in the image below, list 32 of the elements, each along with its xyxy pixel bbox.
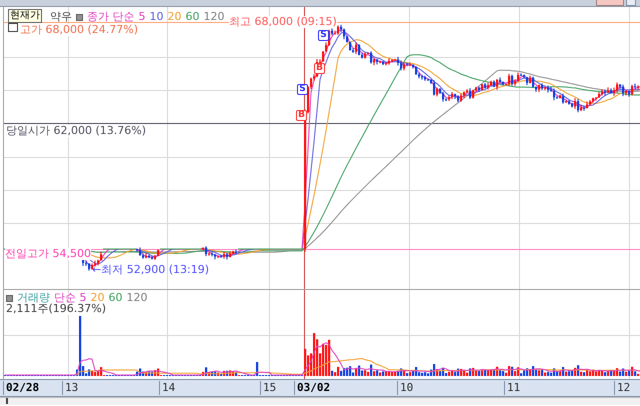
high-price-label: 고가 68,000 (24.77%) <box>20 24 138 36</box>
axis-label: 11 <box>504 381 520 395</box>
legend-label: 거래량 <box>17 292 50 304</box>
axis-label: 12 <box>614 381 630 395</box>
toolbar-button[interactable] <box>626 0 636 6</box>
legend-label: 5 <box>138 11 146 23</box>
open-price-label: 당일시가 62,000 (13.76%) <box>6 125 146 137</box>
legend-label: 60 <box>186 11 200 23</box>
legend-toggle-icon[interactable] <box>76 14 83 20</box>
legend-label: 120 <box>126 292 148 304</box>
axis-label: 02/28 <box>3 381 40 395</box>
legend-label: 20 <box>168 11 182 23</box>
legend-label: 종가 단순 <box>87 11 134 23</box>
prev-high-label: 전일고가 54,500 <box>5 248 91 260</box>
legend-label: 10 <box>150 11 164 23</box>
legend-toggle-icon[interactable] <box>6 294 13 302</box>
legend-label: 120 <box>204 11 224 23</box>
legend-label: 60 <box>108 292 122 304</box>
low-mark-label: ←최저 52,900 (13:19) <box>92 264 209 276</box>
axis-label: 15 <box>260 381 276 395</box>
legend-label: 20 <box>90 292 104 304</box>
scroll-handle[interactable] <box>6 398 8 404</box>
axis-label: 10 <box>397 381 414 395</box>
calendar-icon[interactable] <box>8 23 18 32</box>
axis-label: 03/02 <box>294 381 330 395</box>
high-mark-label: 최고 68,000 (09:15) <box>229 16 337 28</box>
axis-label: 14 <box>159 381 176 395</box>
legend-label: 단순 5 <box>54 292 86 304</box>
volume-reading: 2,111주(196.37%) <box>6 303 106 315</box>
tooltip: 현재가 <box>8 9 42 23</box>
item-name: 약우 <box>50 11 72 23</box>
axis-label: 13 <box>62 381 78 395</box>
